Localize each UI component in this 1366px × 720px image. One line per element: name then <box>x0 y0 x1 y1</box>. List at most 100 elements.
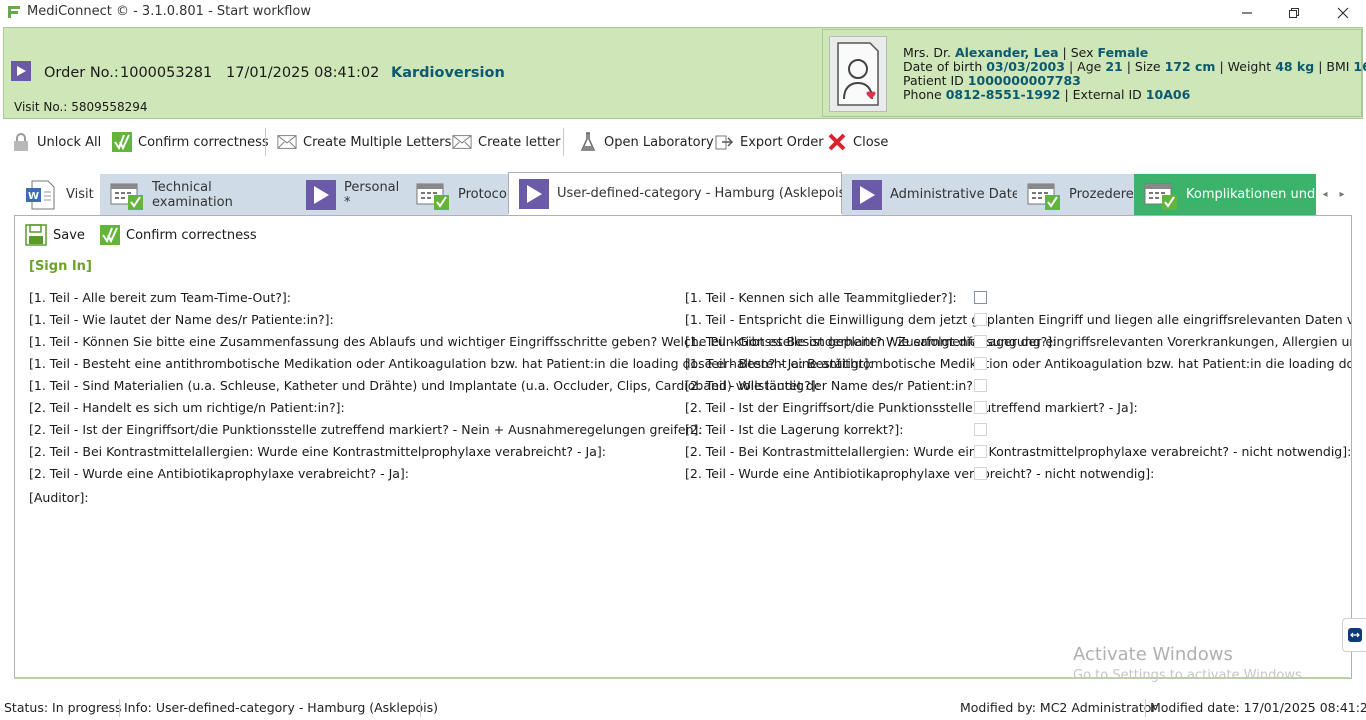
close-window-button[interactable] <box>1320 0 1366 26</box>
export-order-label: Export Order <box>740 134 824 150</box>
create-letter-label: Create letter <box>478 134 561 150</box>
patient-weight: 48 kg <box>1275 59 1315 74</box>
status-modified-by: Modified by: MC2 Administrator <box>960 700 1157 715</box>
tab-prozedere[interactable]: Prozedere <box>1017 174 1134 215</box>
checkbox[interactable] <box>974 467 987 480</box>
tab-scroll-left-icon[interactable]: ◂ <box>1320 186 1330 202</box>
tab-protocol-label: Protocol <box>458 187 511 202</box>
calendar-check-icon <box>110 183 143 210</box>
play-icon[interactable] <box>11 61 31 81</box>
confirm-correctness-form-label: Confirm correctness <box>126 227 257 243</box>
question-label: [2. Teil - Handelt es sich um richtige/n… <box>29 400 345 415</box>
form-panel: Save Confirm correctness [Sign In] [1. T… <box>14 215 1352 679</box>
separator: | <box>1064 87 1069 102</box>
tab-personal[interactable]: Personal * <box>296 174 406 215</box>
checkbox[interactable] <box>974 401 987 414</box>
separator: | <box>1219 59 1224 74</box>
weight-label: Weight <box>1227 59 1272 74</box>
status-divider <box>119 699 120 717</box>
checkbox[interactable] <box>974 379 987 392</box>
checkbox[interactable] <box>974 423 987 436</box>
create-multiple-letters-button[interactable]: Create Multiple Letters <box>277 128 451 156</box>
confirm-correctness-label: Confirm correctness <box>138 134 269 150</box>
order-number: 1000053281 <box>120 65 213 81</box>
envelope-icon <box>452 135 472 149</box>
save-button[interactable]: Save <box>25 224 85 246</box>
unlock-all-label: Unlock All <box>37 134 102 150</box>
section-title: [Sign In] <box>29 259 92 274</box>
flask-icon <box>580 132 596 151</box>
status-divider <box>1145 699 1146 717</box>
lock-icon <box>14 133 28 151</box>
create-letter-button[interactable]: Create letter <box>452 128 560 156</box>
dob-label: Date of birth <box>903 59 983 74</box>
tab-bar: W Visit Technical examination Personal *… <box>14 172 1352 216</box>
tab-administrative-daten[interactable]: Administrative Daten <box>842 174 1028 215</box>
separator: | <box>1062 45 1067 60</box>
tab-user-defined-category[interactable]: User-defined-category - Hamburg (Asklepo… <box>508 172 861 214</box>
close-order-button[interactable]: Close <box>827 128 888 156</box>
play-icon <box>306 179 336 210</box>
remote-support-handle[interactable] <box>1342 618 1366 652</box>
close-icon <box>1337 7 1349 19</box>
minimize-icon <box>1242 12 1252 14</box>
order-datetime: 17/01/2025 08:41:02 <box>226 65 380 81</box>
separator: | <box>1318 59 1323 74</box>
status-bar: Status: In progress Info: User-defined-c… <box>0 696 1366 720</box>
tab-technical-examination[interactable]: Technical examination <box>100 174 296 215</box>
bmi-label: BMI <box>1326 59 1350 74</box>
play-icon <box>852 179 882 210</box>
svg-text:W: W <box>28 191 39 202</box>
export-order-button[interactable]: Export Order <box>714 128 824 156</box>
confirm-correctness-button[interactable]: Confirm correctness <box>112 128 269 156</box>
play-icon <box>519 178 549 209</box>
confirm-correctness-form-button[interactable]: Confirm correctness <box>100 224 257 246</box>
checkbox[interactable] <box>974 335 987 348</box>
toolbar-divider <box>265 128 266 156</box>
restore-button[interactable] <box>1271 0 1317 26</box>
calendar-check-icon <box>1144 183 1177 210</box>
status-info: Info: User-defined-category - Hamburg (A… <box>124 700 439 715</box>
question-label: [2. Teil - Ist der Eingriffsort/die Punk… <box>29 422 703 437</box>
patient-info: Mrs. Dr. Alexander, Lea | Sex Female Dat… <box>903 46 1366 102</box>
checkbox[interactable] <box>974 357 987 370</box>
question-label: [2. Teil - Bei Kontrastmittelallergien: … <box>685 444 1352 459</box>
separator: | <box>1126 59 1131 74</box>
external-id: 10A06 <box>1145 87 1191 102</box>
calendar-check-icon <box>416 183 449 210</box>
checkbox[interactable] <box>974 313 987 326</box>
patient-age: 21 <box>1105 59 1123 74</box>
tab-user-defined-category-label: User-defined-category - Hamburg (Asklepo… <box>557 186 862 201</box>
patient-bmi: 16.2 <box>1353 59 1366 74</box>
open-laboratory-button[interactable]: Open Laboratory <box>578 128 714 156</box>
question-label: [2. Teil - Ist die Lagerung korrekt?]: <box>685 422 904 437</box>
age-label: Age <box>1077 59 1102 74</box>
tab-protocol[interactable]: Protocol <box>406 174 511 215</box>
auditor-label: [Auditor]: <box>29 490 89 505</box>
patient-id-label: Patient ID <box>903 73 964 88</box>
question-label: [1. Teil - Entspricht die Einwilligung d… <box>685 312 1352 327</box>
question-label: [1. Teil - Alle bereit zum Team-Time-Out… <box>29 290 291 305</box>
unlock-all-button[interactable]: Unlock All <box>11 128 101 156</box>
calendar-check-icon <box>1027 183 1060 210</box>
tab-prozedere-label: Prozedere <box>1069 187 1134 202</box>
order-header: Order No.: 1000053281 17/01/2025 08:41:0… <box>3 27 1366 119</box>
question-label: [1. Teil - Besteht eine antithrombotisch… <box>685 356 1351 371</box>
minimize-button[interactable] <box>1224 0 1270 26</box>
checkbox[interactable] <box>974 291 987 304</box>
red-x-icon <box>828 133 846 151</box>
tab-administrative-daten-label: Administrative Daten <box>890 187 1029 202</box>
checkbox[interactable] <box>974 445 987 458</box>
sex-label: Sex <box>1070 45 1094 60</box>
tab-komplikationen[interactable]: Komplikationen und Not <box>1134 174 1316 215</box>
question-label: [1. Teil - Kennen sich alle Teammitglied… <box>685 290 957 305</box>
question-label: [1. Teil - Gibt es Besonderheiten / Zusa… <box>685 334 1351 349</box>
external-id-label: External ID <box>1072 87 1142 102</box>
visit-number: Visit No.: 5809558294 <box>14 100 148 114</box>
title-bar: MediConnect © - 3.1.0.801 - Start workfl… <box>0 0 1366 26</box>
save-label: Save <box>53 227 85 243</box>
visit-label: Visit No.: <box>14 100 68 114</box>
order-label: Order No.: <box>44 65 119 81</box>
tab-visit[interactable]: W Visit <box>14 174 100 215</box>
tab-scroll-right-icon[interactable]: ▸ <box>1337 186 1347 202</box>
